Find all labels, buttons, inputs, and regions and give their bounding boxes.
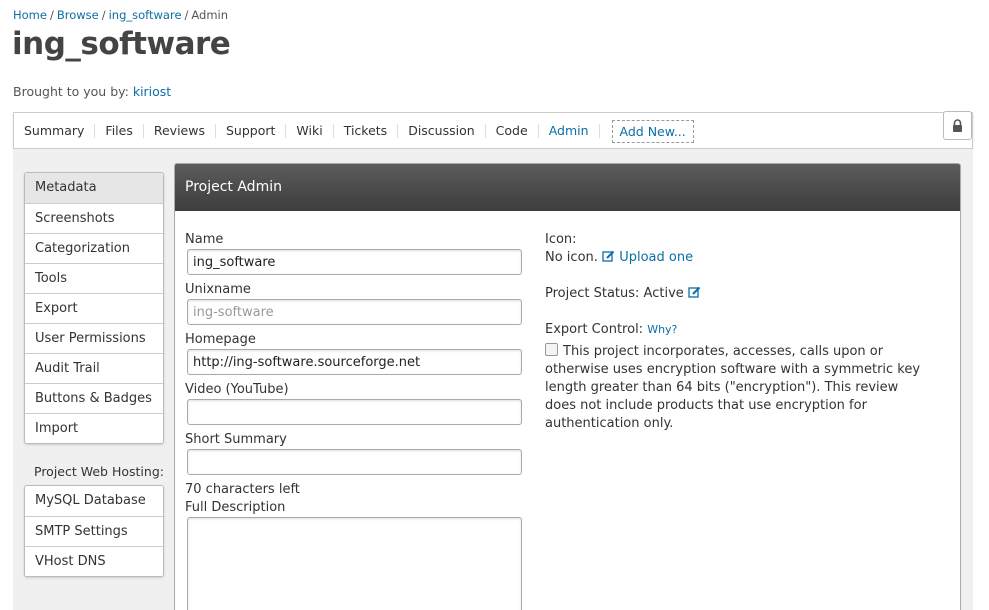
sidebar-item-buttons-badges[interactable]: Buttons & Badges	[25, 383, 163, 413]
byline: Brought to you by: kiriost	[13, 84, 171, 99]
icon-label: Icon:	[545, 232, 577, 247]
homepage-field[interactable]	[187, 349, 522, 375]
unixname-label: Unixname	[185, 282, 251, 297]
byline-user-link[interactable]: kiriost	[133, 84, 171, 99]
export-description: This project incorporates, accesses, cal…	[545, 344, 921, 431]
hosting-heading: Project Web Hosting:	[34, 464, 164, 479]
name-field[interactable]	[187, 249, 522, 275]
icon-row: No icon. Upload one	[545, 250, 693, 265]
breadcrumb-current: Admin	[191, 8, 229, 22]
breadcrumb-home[interactable]: Home	[13, 8, 47, 22]
add-new-button[interactable]: Add New...	[611, 119, 694, 143]
unixname-field	[187, 299, 522, 325]
sidebar-item-vhost-dns[interactable]: VHost DNS	[25, 546, 163, 576]
breadcrumb-browse[interactable]: Browse	[57, 8, 99, 22]
export-control-label: Export Control:	[545, 322, 644, 337]
admin-sidebar: Metadata Screenshots Categorization Tools Ex…	[24, 172, 164, 444]
tab-admin[interactable]: Admin	[539, 124, 600, 138]
project-admin-panel: Project Admin Name Unixname Homepage Vid…	[174, 163, 961, 610]
breadcrumb: Home / Browse / ing_software / Admin	[13, 8, 229, 22]
sidebar-item-tools[interactable]: Tools	[25, 263, 163, 293]
sidebar-item-smtp-settings[interactable]: SMTP Settings	[25, 516, 163, 546]
tab-code[interactable]: Code	[486, 124, 539, 138]
project-tabs: Summary Files Reviews Support Wiki Tickets Dis…	[14, 113, 694, 149]
tab-tickets[interactable]: Tickets	[334, 124, 399, 138]
sidebar-item-screenshots[interactable]: Screenshots	[25, 203, 163, 233]
page-title: ing_software	[12, 26, 231, 62]
video-field[interactable]	[187, 399, 522, 425]
sidebar-item-metadata[interactable]: Metadata	[25, 173, 163, 203]
edit-icon	[688, 286, 701, 298]
breadcrumb-project[interactable]: ing_software	[109, 8, 182, 22]
tab-reviews[interactable]: Reviews	[144, 124, 216, 138]
upload-icon-link[interactable]: Upload one	[602, 250, 693, 265]
export-control-text: This project incorporates, accesses, cal…	[545, 343, 930, 433]
tab-support[interactable]: Support	[216, 124, 287, 138]
sidebar-item-export[interactable]: Export	[25, 293, 163, 323]
homepage-label: Homepage	[185, 332, 256, 347]
tab-summary[interactable]: Summary	[14, 124, 96, 138]
byline-prefix: Brought to you by:	[13, 84, 129, 99]
full-description-label: Full Description	[185, 500, 286, 515]
lock-button[interactable]	[943, 111, 972, 140]
sidebar-item-audit-trail[interactable]: Audit Trail	[25, 353, 163, 383]
hosting-sidebar: MySQL Database SMTP Settings VHost DNS	[24, 485, 164, 577]
tab-files[interactable]: Files	[95, 124, 144, 138]
lock-icon	[953, 119, 962, 132]
name-label: Name	[185, 232, 224, 247]
edit-icon	[602, 250, 615, 262]
short-summary-field[interactable]	[187, 449, 522, 475]
upload-one-label: Upload one	[619, 250, 694, 265]
panel-header: Project Admin	[175, 164, 960, 211]
short-summary-label: Short Summary	[185, 432, 287, 447]
sidebar-item-user-permissions[interactable]: User Permissions	[25, 323, 163, 353]
encryption-checkbox[interactable]	[545, 343, 558, 356]
full-description-field[interactable]	[187, 517, 522, 610]
chars-left-counter: 70 characters left	[185, 482, 300, 497]
project-status-label: Project Status: Active	[545, 286, 684, 301]
icon-status: No icon.	[545, 250, 598, 265]
video-label: Video (YouTube)	[185, 382, 289, 397]
edit-status-button[interactable]	[688, 286, 701, 301]
why-link[interactable]: Why?	[647, 323, 677, 336]
tab-wiki[interactable]: Wiki	[286, 124, 334, 138]
sidebar-item-mysql-database[interactable]: MySQL Database	[25, 486, 163, 516]
project-nav: Summary Files Reviews Support Wiki Tickets Dis…	[13, 111, 973, 149]
project-status: Project Status: Active	[545, 286, 701, 301]
export-control: Export Control: Why?	[545, 322, 677, 337]
sidebar-item-import[interactable]: Import	[25, 413, 163, 443]
sidebar-item-categorization[interactable]: Categorization	[25, 233, 163, 263]
tab-discussion[interactable]: Discussion	[398, 124, 486, 138]
